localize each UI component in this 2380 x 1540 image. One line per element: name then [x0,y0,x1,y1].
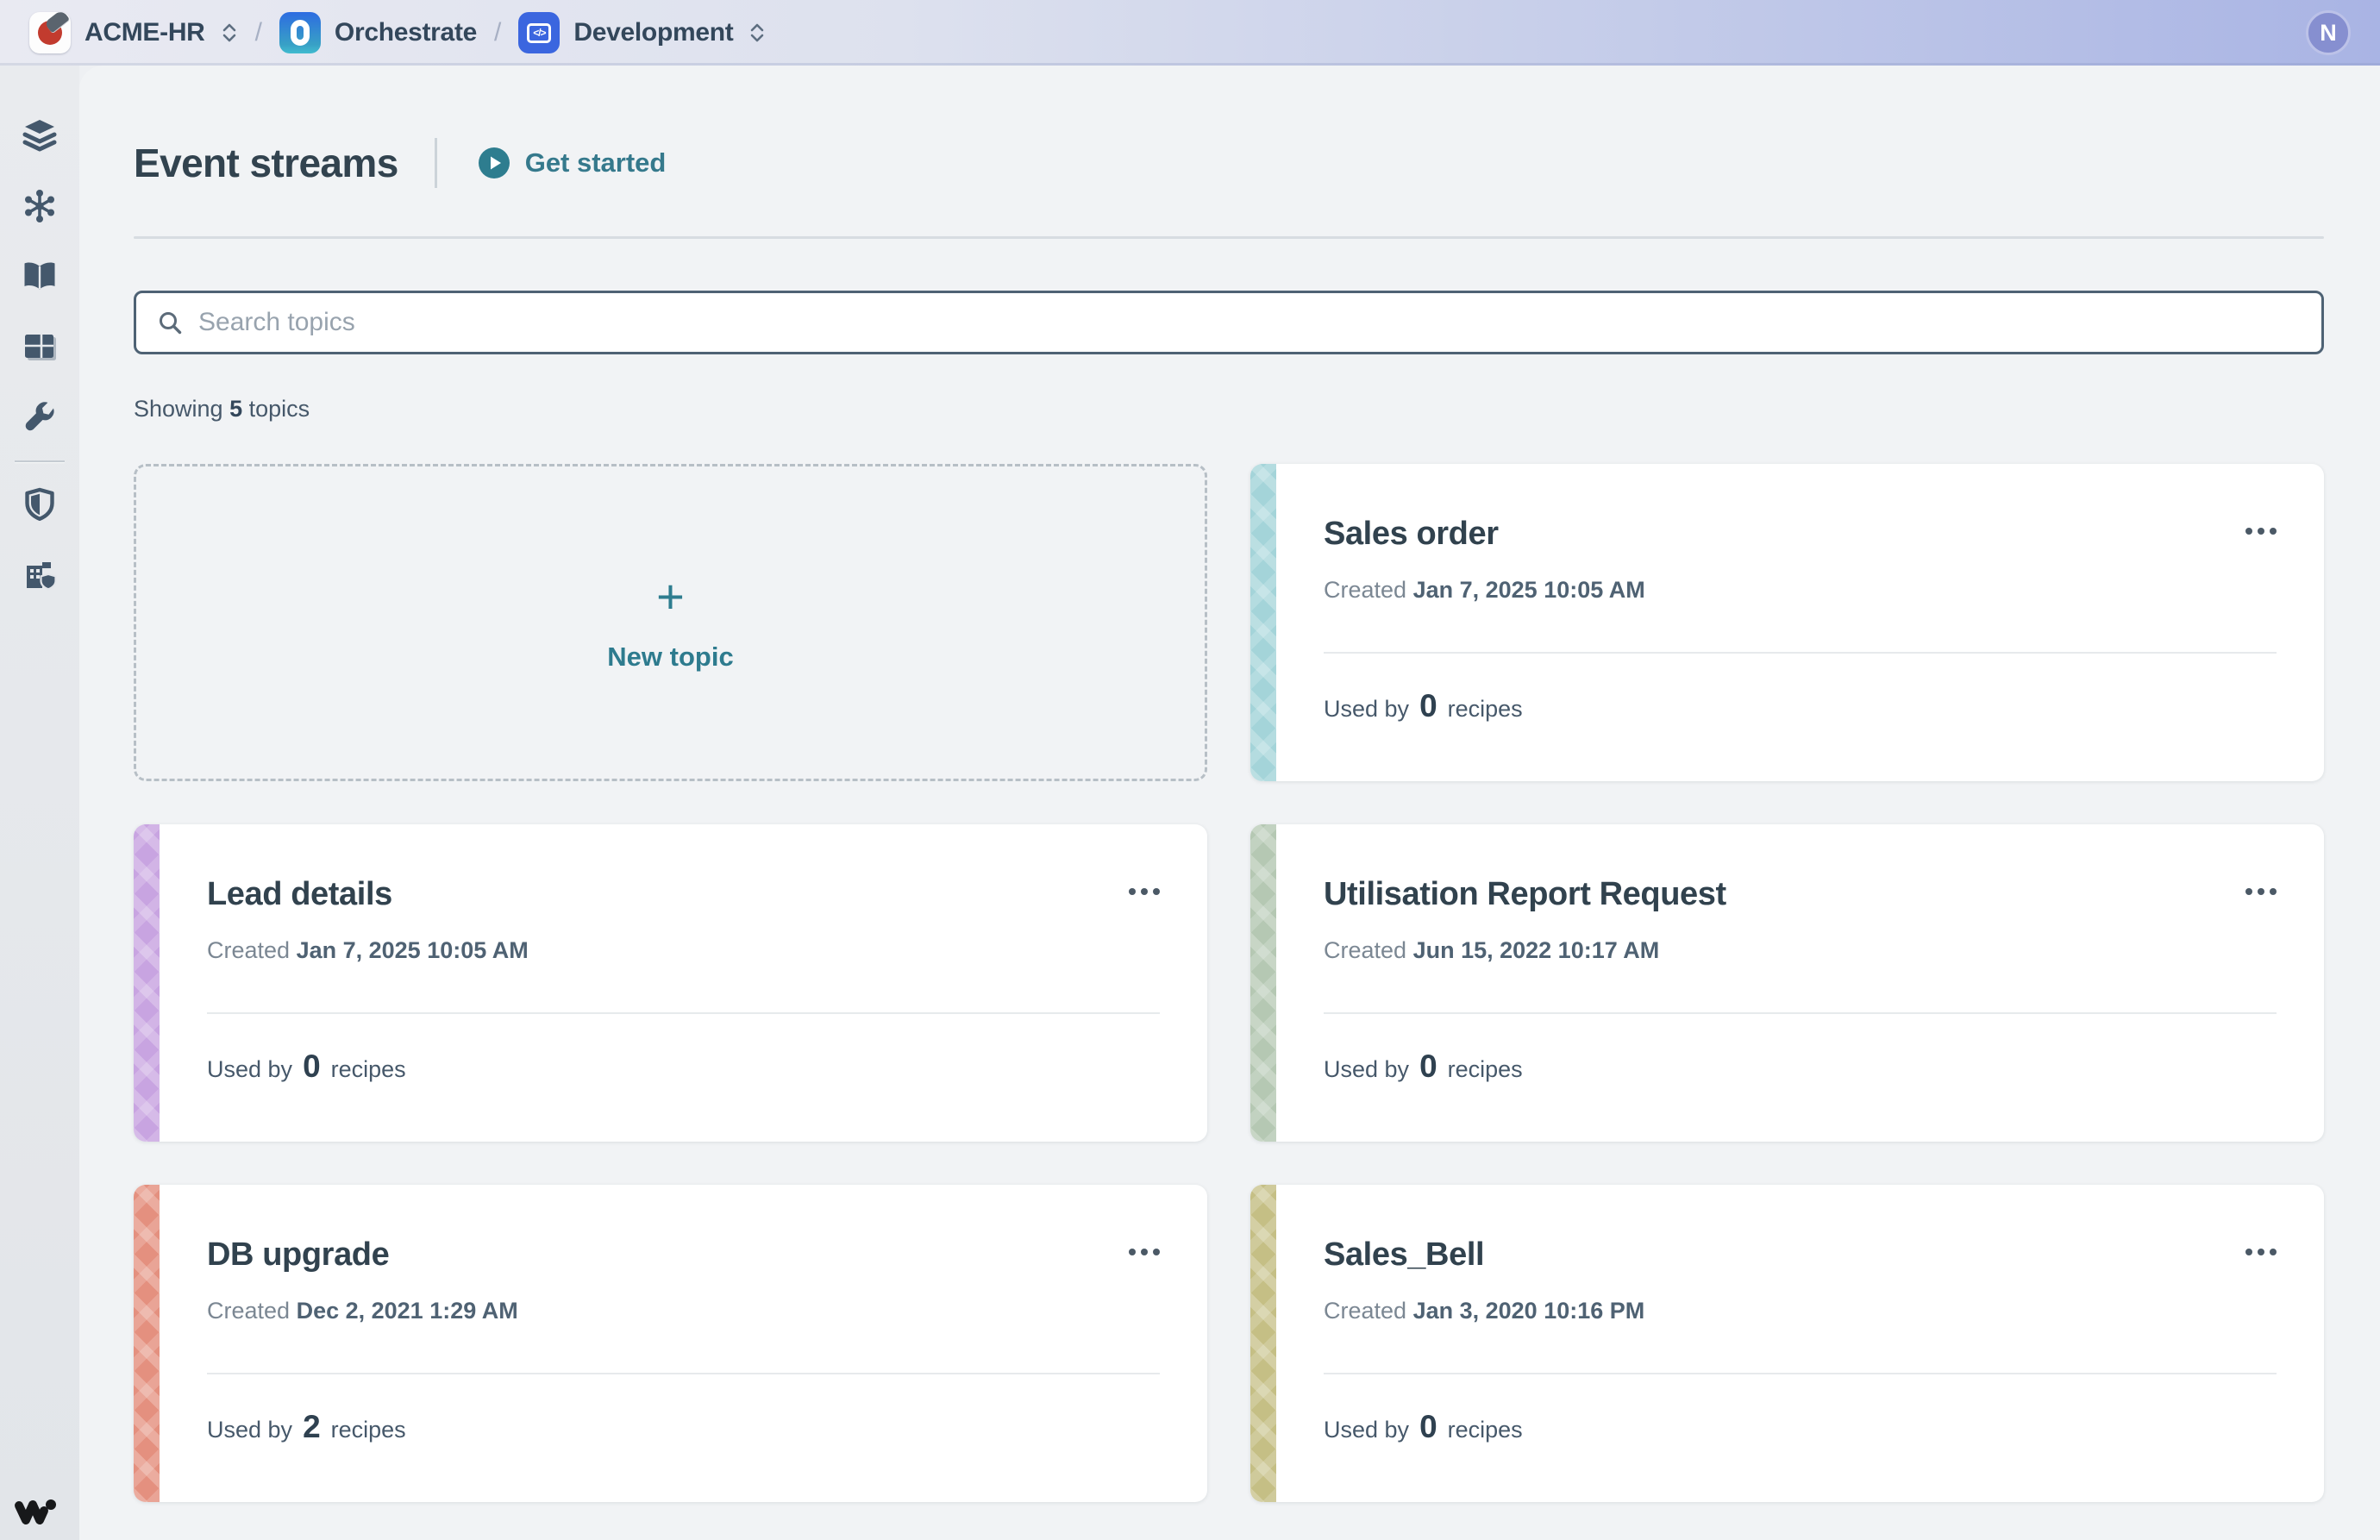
workspace-switcher-icon[interactable] [221,22,238,44]
sidebar-divider [15,460,65,462]
card-divider [1324,1373,2277,1374]
topic-accent-strip [134,1185,160,1502]
main-content: Event streams Get started Showing 5 topi… [79,66,2380,1540]
search-icon [160,312,182,335]
get-started-button[interactable]: Get started [477,146,667,180]
topic-usage: Used by 0 recipes [1324,1409,1523,1444]
header-divider [434,138,437,188]
topic-accent-strip [1250,824,1276,1142]
environment-switcher-icon[interactable] [748,22,766,44]
topic-accent-strip [1250,1185,1276,1502]
page-header: Event streams Get started [134,138,2324,188]
dashboard-icon [25,335,56,360]
org-shield-icon [27,562,57,591]
topic-card-sales-bell[interactable]: Sales_Bell Created Jan 3, 2020 10:16 PM … [1250,1185,2324,1502]
topics-count-summary: Showing 5 topics [134,396,310,422]
topics-count: 5 [229,396,243,422]
topic-title: Sales_Bell [1324,1236,1485,1273]
sidebar-item-shield[interactable] [12,469,67,540]
sidebar-item-layers[interactable] [12,100,67,171]
topic-card-sales-order[interactable]: Sales order Created Jan 7, 2025 10:05 AM… [1250,464,2324,781]
topic-menu-button[interactable] [1117,1236,1160,1255]
topic-accent-strip [134,824,160,1142]
recipes-count: 0 [1419,1409,1437,1444]
search-box [134,291,2324,354]
play-icon [478,147,510,178]
card-divider [207,1012,1160,1014]
recipes-count: 0 [1419,1049,1437,1084]
workspace-label: ACME-HR [85,18,205,47]
recipes-count: 2 [303,1409,321,1444]
card-divider [1324,1012,2277,1014]
card-divider [207,1373,1160,1374]
topic-usage: Used by 0 recipes [1324,1049,1523,1084]
environment-label: Development [573,18,734,47]
topic-menu-button[interactable] [1117,876,1160,895]
search-input[interactable] [198,308,2301,337]
wrench-icon [25,402,54,431]
layers-icon [22,120,57,152]
breadcrumb-environment[interactable]: </> Development [518,12,766,53]
topic-card-lead-details[interactable]: Lead details Created Jan 7, 2025 10:05 A… [134,824,1207,1142]
sidebar [0,66,79,1540]
breadcrumb: ACME-HR / Orchestrate / </> Development [29,9,766,53]
book-icon [24,262,55,290]
breadcrumb-workspace[interactable]: ACME-HR [29,9,238,53]
topic-created: Created Jan 3, 2020 10:16 PM [1324,1298,1645,1324]
hub-icon [25,190,54,222]
plus-icon: + [656,569,685,623]
sidebar-item-dashboard[interactable] [12,312,67,383]
topic-accent-strip [1250,464,1276,781]
topic-created: Created Jan 7, 2025 10:05 AM [1324,577,1645,603]
topic-usage: Used by 0 recipes [207,1049,406,1084]
development-icon: </> [518,12,561,53]
workato-logo[interactable] [12,1493,59,1530]
topic-title: Sales order [1324,516,1499,552]
topic-card-db-upgrade[interactable]: DB upgrade Created Dec 2, 2021 1:29 AM U… [134,1185,1207,1502]
topic-created: Created Dec 2, 2021 1:29 AM [207,1298,518,1324]
sidebar-item-library[interactable] [12,241,67,312]
topic-card-utilisation-report-request[interactable]: Utilisation Report Request Created Jun 1… [1250,824,2324,1142]
topic-usage: Used by 0 recipes [1324,688,1523,723]
get-started-label: Get started [524,147,667,178]
topic-title: DB upgrade [207,1236,390,1273]
card-divider [1324,652,2277,654]
topic-menu-button[interactable] [2233,516,2277,535]
user-avatar[interactable]: N [2306,10,2351,55]
topic-title: Utilisation Report Request [1324,876,1726,912]
top-bar: ACME-HR / Orchestrate / </> Development … [0,0,2380,66]
breadcrumb-separator: / [494,18,502,47]
orchestrate-icon [279,12,321,53]
breadcrumb-product[interactable]: Orchestrate [279,12,477,53]
topic-menu-button[interactable] [2233,876,2277,895]
topic-title: Lead details [207,876,392,912]
breadcrumb-separator: / [254,18,262,47]
shield-icon [25,487,54,521]
topic-created: Created Jan 7, 2025 10:05 AM [207,937,529,963]
sidebar-item-hub[interactable] [12,171,67,241]
product-label: Orchestrate [334,18,478,47]
topic-created: Created Jun 15, 2022 10:17 AM [1324,937,1660,963]
sidebar-item-tools[interactable] [12,383,67,454]
topic-usage: Used by 2 recipes [207,1409,406,1444]
topic-menu-button[interactable] [2233,1236,2277,1255]
recipes-count: 0 [303,1049,321,1084]
workspace-logo-icon [29,9,71,53]
new-topic-label: New topic [607,642,734,672]
recipes-count: 0 [1419,688,1437,723]
topics-grid: + New topic Sales order Created Jan 7, 2… [134,464,2324,1502]
new-topic-card[interactable]: + New topic [134,464,1207,781]
sidebar-item-governance[interactable] [12,540,67,610]
content-divider [134,236,2324,239]
page-title: Event streams [134,141,398,185]
